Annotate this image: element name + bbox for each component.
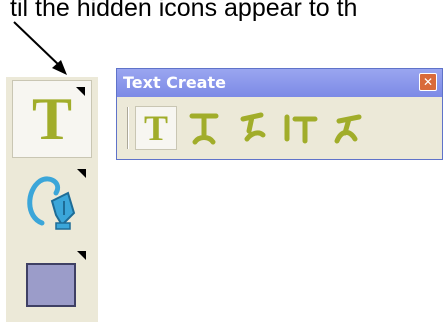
toolbox-pen-tool[interactable]	[12, 163, 92, 241]
text-on-path-icon	[240, 112, 266, 142]
text-vertical-icon	[189, 113, 219, 145]
text-vertical-path-icon	[284, 114, 318, 144]
toolbox: T	[6, 77, 98, 322]
pen-nib-icon	[27, 176, 76, 230]
flyout-indicator-icon	[76, 87, 85, 96]
toolbox-rectangle-tool[interactable]	[12, 245, 92, 323]
vertical-text-tool[interactable]	[183, 106, 225, 150]
toolbar-grip	[127, 107, 129, 149]
text-freeform-path-icon	[334, 114, 362, 144]
flyout-indicator-icon	[77, 251, 86, 260]
close-button[interactable]: ✕	[419, 73, 437, 91]
flyout-indicator-icon	[77, 169, 86, 178]
freeform-path-text-tool[interactable]	[327, 106, 369, 150]
panel-toolbar: T	[123, 103, 436, 153]
text-horizontal-icon: T	[143, 108, 168, 148]
toolbox-text-tool[interactable]: T	[12, 80, 92, 158]
horizontal-text-tool[interactable]: T	[135, 106, 177, 150]
panel-titlebar[interactable]: Text Create ✕	[117, 69, 442, 97]
text-on-path-tool[interactable]	[231, 106, 273, 150]
rectangle-icon	[26, 263, 76, 307]
text-create-panel: Text Create ✕ T	[116, 68, 443, 160]
close-icon: ✕	[422, 75, 434, 89]
panel-title: Text Create	[123, 73, 226, 92]
vertical-path-text-tool[interactable]	[279, 106, 321, 150]
text-t-icon: T	[31, 86, 73, 152]
